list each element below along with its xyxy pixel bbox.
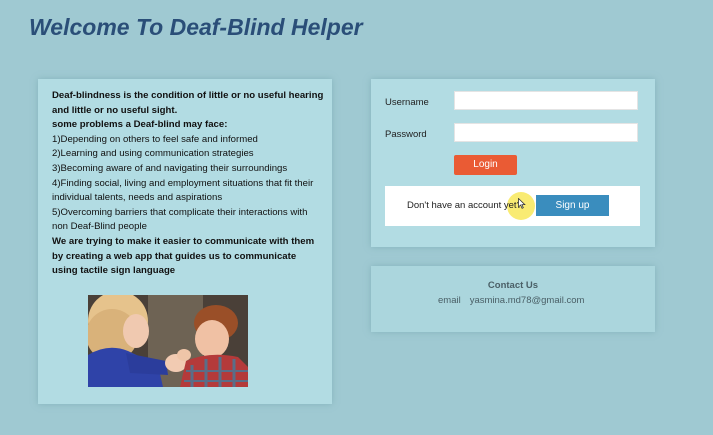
username-label: Username <box>385 97 429 108</box>
problem-item: 4)Finding social, living and employment … <box>52 177 314 204</box>
email-label: email <box>438 295 461 306</box>
password-label: Password <box>385 129 427 140</box>
signup-box: Don't have an account yet? Sign up <box>385 186 640 226</box>
mission-statement: We are trying to make it easier to commu… <box>52 235 315 277</box>
problems-heading: some problems a Deaf-blind may face: <box>52 119 228 131</box>
signup-button[interactable]: Sign up <box>536 195 609 216</box>
photo-illustration <box>88 295 248 387</box>
signup-prompt: Don't have an account yet? <box>407 200 522 211</box>
page-title: Welcome To Deaf-Blind Helper <box>29 14 363 40</box>
login-panel: Username Password Login Don't have an ac… <box>371 79 655 247</box>
info-text: Deaf-blindness is the condition of littl… <box>52 89 324 279</box>
problem-item: 5)Overcoming barriers that complicate th… <box>52 206 308 233</box>
email-address[interactable]: yasmina.md78@gmail.com <box>470 295 585 306</box>
contact-title: Contact Us <box>487 280 539 291</box>
tactile-signing-photo <box>88 295 248 387</box>
problem-item: 1)Depending on others to feel safe and i… <box>52 133 258 145</box>
info-panel: Deaf-blindness is the condition of littl… <box>38 79 332 404</box>
cursor-arrow-icon <box>518 196 526 214</box>
problem-item: 3)Becoming aware of and navigating their… <box>52 162 288 174</box>
problem-item: 2)Learning and using communication strat… <box>52 148 254 160</box>
login-button[interactable]: Login <box>454 155 517 175</box>
password-input[interactable] <box>454 123 638 142</box>
username-input[interactable] <box>454 91 638 110</box>
contact-panel: Contact Us email yasmina.md78@gmail.com <box>371 266 655 332</box>
contact-line: email yasmina.md78@gmail.com <box>438 295 584 306</box>
info-intro: Deaf-blindness is the condition of littl… <box>52 90 324 116</box>
